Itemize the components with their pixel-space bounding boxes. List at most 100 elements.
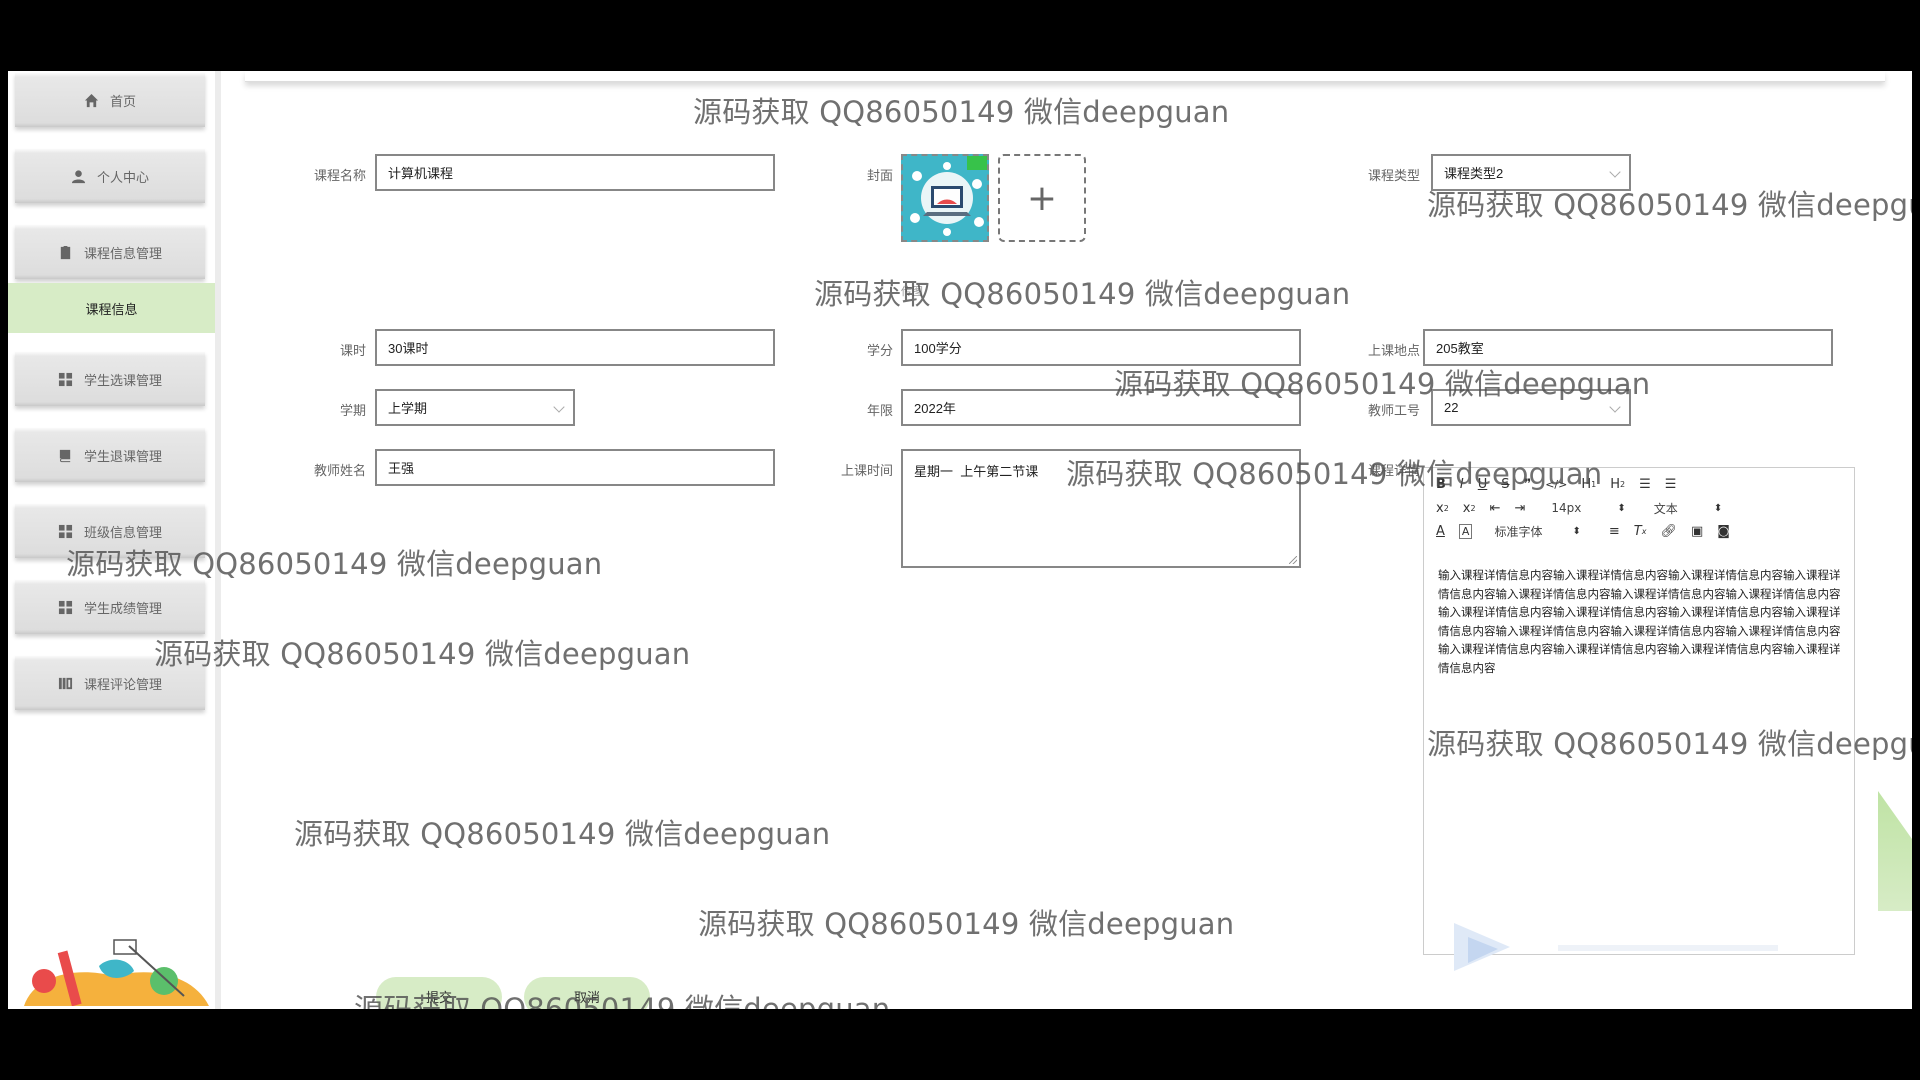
sidebar-subitem-course-info[interactable]: 课程信息 bbox=[8, 283, 215, 333]
plus-icon: + bbox=[1026, 177, 1058, 219]
teacher-name-input[interactable]: 王强 bbox=[375, 449, 775, 486]
ordered-list-icon[interactable]: ☰ bbox=[1639, 477, 1651, 492]
superscript-icon[interactable]: x2 bbox=[1463, 501, 1476, 516]
chevron-down-icon bbox=[553, 401, 565, 413]
course-type-label: 课程类型 bbox=[1367, 169, 1420, 184]
decorative-play-logo bbox=[1454, 923, 1778, 971]
subscript-icon[interactable]: x2 bbox=[1436, 501, 1449, 516]
editor-content[interactable]: 输入课程详情信息内容输入课程详情信息内容输入课程详情信息内容输入课程详情信息内容… bbox=[1438, 566, 1842, 677]
outdent-icon[interactable]: ⇤ bbox=[1490, 501, 1501, 516]
sidebar-subitem-label: 课程信息 bbox=[85, 302, 138, 318]
sidebar-item-class-management[interactable]: 班级信息管理 bbox=[15, 504, 205, 558]
course-name-label: 课程名称 bbox=[313, 169, 366, 184]
credit-label: 学分 bbox=[866, 344, 893, 359]
bold-icon[interactable]: B bbox=[1436, 477, 1446, 492]
cover-image[interactable] bbox=[901, 154, 989, 242]
sidebar-item-label: 个人中心 bbox=[96, 170, 149, 186]
updown-icon: ⬍ bbox=[1713, 502, 1723, 514]
resize-handle[interactable] bbox=[1289, 556, 1297, 564]
app-screen: 首页 个人中心 课程信息管理 课程信息 学生选课管理 学生退课管理 班级信息管理… bbox=[8, 71, 1912, 1009]
cancel-button[interactable]: 取消 bbox=[524, 977, 650, 1009]
font-size-select[interactable]: 14px ⬍ bbox=[1551, 501, 1625, 515]
credit-input[interactable]: 100学分 bbox=[901, 329, 1301, 366]
code-block-icon[interactable]: </> bbox=[1545, 478, 1567, 491]
semester-label: 学期 bbox=[339, 404, 366, 419]
watermark-text: 源码获取 QQ86050149 微信deepguan bbox=[814, 277, 1351, 311]
heading-2-icon[interactable]: H2 bbox=[1610, 477, 1625, 492]
grid-icon bbox=[58, 523, 74, 539]
location-input[interactable]: 205教室 bbox=[1423, 329, 1833, 366]
italic-icon[interactable]: I bbox=[1460, 477, 1464, 492]
teacher-id-label: 教师工号 bbox=[1367, 404, 1420, 419]
user-icon bbox=[71, 168, 87, 184]
sidebar-item-home[interactable]: 首页 bbox=[15, 73, 205, 127]
sidebar-item-profile[interactable]: 个人中心 bbox=[15, 149, 205, 203]
watermark-text: 源码获取 QQ86050149 微信deepguan bbox=[154, 637, 691, 671]
background-color-icon[interactable]: A bbox=[1458, 523, 1473, 539]
clear-format-icon[interactable]: Tx bbox=[1634, 524, 1647, 539]
bullet-list-icon[interactable]: ☰ bbox=[1665, 477, 1677, 492]
font-color-icon[interactable]: A bbox=[1436, 524, 1445, 539]
sidebar-item-label: 首页 bbox=[109, 94, 136, 110]
image-icon[interactable]: ▣ bbox=[1691, 524, 1703, 539]
hours-input[interactable]: 30课时 bbox=[375, 329, 775, 366]
watermark-text: 源码获取 QQ86050149 微信deepguan bbox=[294, 817, 831, 851]
sidebar-item-student-drop[interactable]: 学生退课管理 bbox=[15, 428, 205, 482]
decorative-shape bbox=[1878, 791, 1912, 911]
course-type-select[interactable]: 课程类型2 bbox=[1431, 154, 1631, 191]
location-label: 上课地点 bbox=[1367, 344, 1420, 359]
updown-icon: ⬍ bbox=[1617, 502, 1626, 514]
year-input[interactable]: 2022年 bbox=[901, 389, 1301, 426]
class-time-label: 上课时间 bbox=[840, 464, 893, 479]
link-icon[interactable]: 🔗︎ bbox=[1660, 524, 1677, 539]
align-icon[interactable]: ≡ bbox=[1609, 524, 1620, 539]
top-card bbox=[245, 71, 1885, 82]
sidebar-item-comment-management[interactable]: 课程评论管理 bbox=[15, 656, 205, 710]
teacher-id-select[interactable]: 22 bbox=[1431, 389, 1631, 426]
block-format-select[interactable]: 文本 ⬍ bbox=[1654, 500, 1722, 517]
list-icon bbox=[58, 675, 74, 691]
hours-label: 课时 bbox=[339, 344, 366, 359]
sidebar-item-label: 班级信息管理 bbox=[83, 525, 162, 541]
sidebar-item-course-management[interactable]: 课程信息管理 bbox=[15, 225, 205, 279]
sidebar-item-label: 课程评论管理 bbox=[83, 677, 162, 693]
sidebar-item-label: 学生成绩管理 bbox=[83, 601, 162, 617]
updown-icon: ⬍ bbox=[1572, 525, 1581, 537]
clipboard-icon bbox=[58, 244, 74, 260]
home-icon bbox=[84, 92, 100, 108]
cover-illustration bbox=[903, 156, 987, 240]
sidebar-item-label: 课程信息管理 bbox=[83, 246, 162, 262]
cover-upload-button[interactable]: + bbox=[998, 154, 1086, 242]
watermark-text: 源码获取 QQ86050149 微信deepguan bbox=[693, 95, 1230, 129]
editor-toolbar-row-2: x2 x2 ⇤ ⇥ 14px ⬍ 文本 ⬍ bbox=[1436, 497, 1750, 519]
grid-icon bbox=[58, 599, 74, 615]
grid-icon bbox=[58, 371, 74, 387]
heading-1-icon[interactable]: H1 bbox=[1581, 477, 1596, 492]
sidebar: 首页 个人中心 课程信息管理 课程信息 学生选课管理 学生退课管理 班级信息管理… bbox=[8, 71, 221, 1009]
strikethrough-icon[interactable]: S bbox=[1501, 477, 1509, 492]
editor-toolbar-row-3: A A 标准字体 ⬍ ≡ Tx 🔗︎ ▣ ◙ bbox=[1436, 520, 1744, 542]
sidebar-item-label: 学生退课管理 bbox=[83, 449, 162, 465]
details-label: 课程详情 bbox=[1367, 464, 1420, 479]
semester-select[interactable]: 上学期 bbox=[375, 389, 575, 426]
video-icon[interactable]: ◙ bbox=[1717, 524, 1730, 539]
book-icon bbox=[58, 447, 74, 463]
font-family-select[interactable]: 标准字体 ⬍ bbox=[1494, 523, 1580, 540]
year-label: 年限 bbox=[866, 404, 893, 419]
course-name-input[interactable]: 计算机课程 bbox=[375, 154, 775, 191]
teacher-name-label: 教师姓名 bbox=[313, 464, 366, 479]
chevron-down-icon bbox=[1609, 166, 1621, 178]
sidebar-item-student-selection[interactable]: 学生选课管理 bbox=[15, 352, 205, 406]
blockquote-icon[interactable]: ❞ bbox=[1524, 477, 1532, 492]
rich-text-editor[interactable]: B I U S ❞ </> H1 H2 ☰ ☰ x2 x2 ⇤ ⇥ 14px ⬍ … bbox=[1423, 467, 1855, 955]
underline-icon[interactable]: U bbox=[1478, 477, 1488, 492]
chevron-down-icon bbox=[1609, 401, 1621, 413]
class-time-textarea[interactable]: 星期一 上午第二节课 bbox=[901, 449, 1301, 568]
sidebar-item-grade-management[interactable]: 学生成绩管理 bbox=[15, 580, 205, 634]
sidebar-item-label: 学生选课管理 bbox=[83, 373, 162, 389]
cover-upload-tip: 传图 bbox=[901, 285, 923, 298]
indent-icon[interactable]: ⇥ bbox=[1515, 501, 1526, 516]
education-illustration bbox=[24, 939, 209, 1006]
editor-toolbar-row-1: B I U S ❞ </> H1 H2 ☰ ☰ bbox=[1436, 473, 1690, 495]
submit-button[interactable]: 提交 bbox=[376, 977, 502, 1009]
